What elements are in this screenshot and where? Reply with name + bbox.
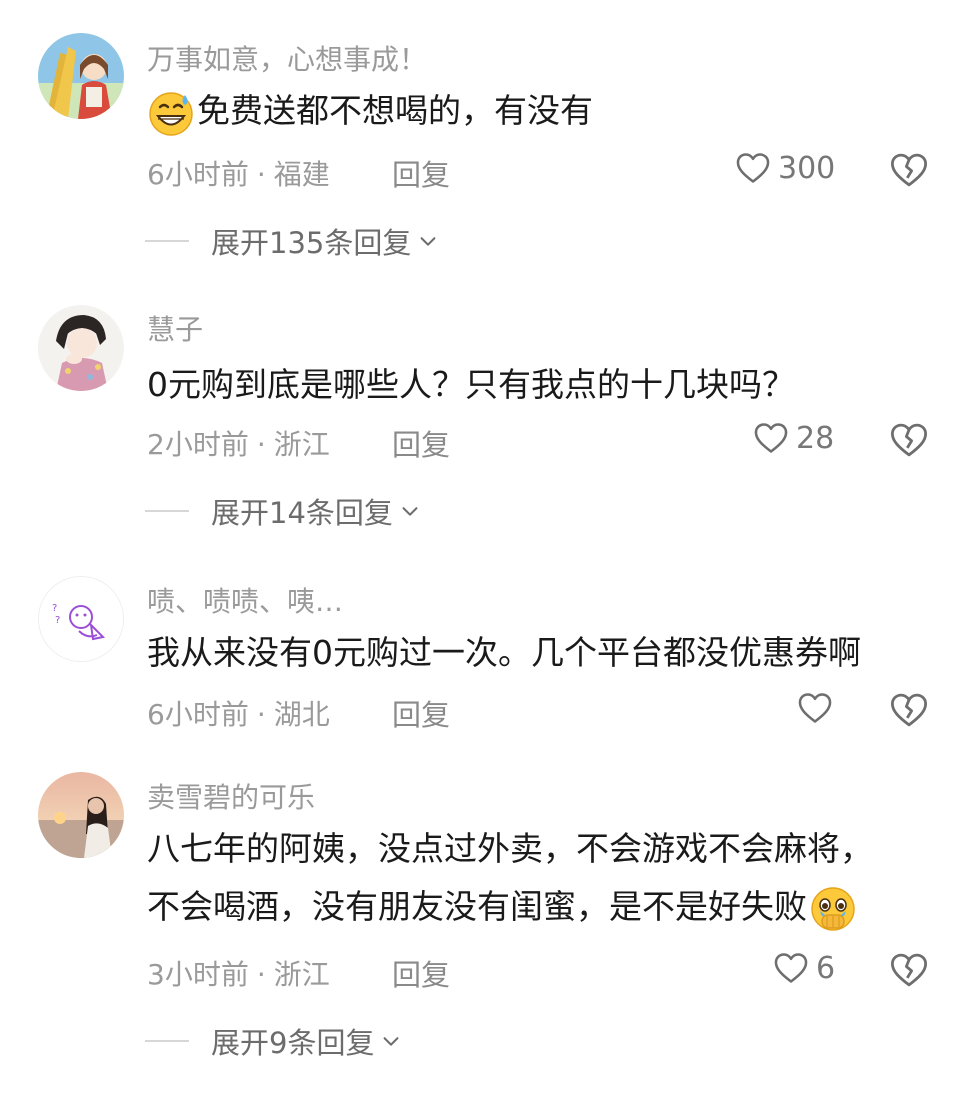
expand-replies-label: 展开9条回复 <box>211 1026 375 1060</box>
comment-text-line: 不会喝酒，没有朋友没有闺蜜，是不是好失败 <box>147 878 914 936</box>
location: 湖北 <box>273 698 330 731</box>
like-button[interactable]: 300 <box>734 149 835 187</box>
reply-button[interactable]: 回复 <box>392 952 450 994</box>
username[interactable]: 万事如意，心想事成！ <box>147 38 427 78</box>
location: 浙江 <box>273 428 330 461</box>
comment-meta: 6小时前 · 湖北 <box>147 693 330 733</box>
username[interactable]: 卖雪碧的可乐 <box>147 776 315 816</box>
like-count: 28 <box>796 420 835 456</box>
dislike-button[interactable] <box>888 689 930 731</box>
broken-heart-icon <box>890 153 928 187</box>
location: 浙江 <box>273 958 330 991</box>
time-ago: 2小时前 <box>147 428 249 461</box>
meta-separator: · <box>256 958 266 991</box>
username[interactable]: 慧子 <box>147 308 203 348</box>
comment-meta: 2小时前 · 浙江 <box>147 423 330 463</box>
svg-text:?: ? <box>55 615 60 626</box>
reply-button[interactable]: 回复 <box>392 152 450 194</box>
reply-button[interactable]: 回复 <box>392 422 450 464</box>
heart-outline-icon <box>798 693 832 723</box>
expand-replies-button[interactable]: 展开14条回复 <box>145 490 421 532</box>
comment-meta: 3小时前 · 浙江 <box>147 953 330 993</box>
dislike-button[interactable] <box>888 419 930 461</box>
comment-text: 八七年的阿姨，没点过外卖，不会游戏不会麻将， 不会喝酒，没有朋友没有闺蜜，是不是… <box>147 820 914 936</box>
comment-text-line-body: 不会喝酒，没有朋友没有闺蜜，是不是好失败 <box>147 887 807 926</box>
location: 福建 <box>273 158 330 191</box>
comment-text-line: 八七年的阿姨，没点过外卖，不会游戏不会麻将， <box>147 829 873 868</box>
heart-outline-icon <box>754 423 788 453</box>
like-button[interactable]: 6 <box>772 949 835 987</box>
divider-line <box>145 510 189 512</box>
svg-text:?: ? <box>52 603 57 614</box>
username[interactable]: 啧、啧啧、咦… <box>147 580 343 620</box>
comment-text-body: 免费送都不想喝的，有没有 <box>197 91 593 130</box>
like-count: 300 <box>778 150 836 186</box>
like-count: 6 <box>816 950 836 986</box>
divider-line <box>145 1040 189 1042</box>
time-ago: 6小时前 <box>147 158 249 191</box>
expand-replies-button[interactable]: 展开135条回复 <box>145 220 439 262</box>
avatar[interactable] <box>38 33 124 119</box>
broken-heart-icon <box>890 953 928 987</box>
heart-outline-icon <box>774 953 808 983</box>
meta-separator: · <box>256 428 266 461</box>
comment-meta: 6小时前 · 福建 <box>147 153 330 193</box>
chevron-down-icon <box>384 1037 399 1046</box>
comment-text: 0元购到底是哪些人？只有我点的十几块吗？ <box>147 365 795 404</box>
avatar[interactable] <box>38 305 124 391</box>
dislike-button[interactable] <box>888 149 930 191</box>
time-ago: 6小时前 <box>147 698 249 731</box>
chevron-down-icon <box>420 237 436 246</box>
expand-replies-label: 展开135条回复 <box>211 226 412 260</box>
divider-line <box>145 240 189 242</box>
broken-heart-icon <box>890 693 928 727</box>
time-ago: 3小时前 <box>147 958 249 991</box>
reply-button[interactable]: 回复 <box>392 692 450 734</box>
like-button[interactable]: 28 <box>752 419 834 457</box>
crying-holding-back-tears-emoji <box>809 885 857 933</box>
expand-replies-label: 展开14条回复 <box>211 496 393 530</box>
meta-separator: · <box>256 158 266 191</box>
broken-heart-icon <box>890 423 928 457</box>
meta-separator: · <box>256 698 266 731</box>
like-button[interactable] <box>796 689 840 727</box>
avatar[interactable] <box>38 772 124 858</box>
chevron-down-icon <box>402 507 418 516</box>
dislike-button[interactable] <box>888 949 930 991</box>
expand-replies-button[interactable]: 展开9条回复 <box>145 1020 402 1062</box>
grinning-sweat-emoji <box>147 89 195 137</box>
comment-text: 免费送都不想喝的，有没有 <box>147 82 914 140</box>
avatar[interactable]: ? ? <box>38 576 124 662</box>
comment-text: 我从来没有0元购过一次。几个平台都没优惠券啊 <box>147 633 861 672</box>
heart-outline-icon <box>736 153 770 183</box>
